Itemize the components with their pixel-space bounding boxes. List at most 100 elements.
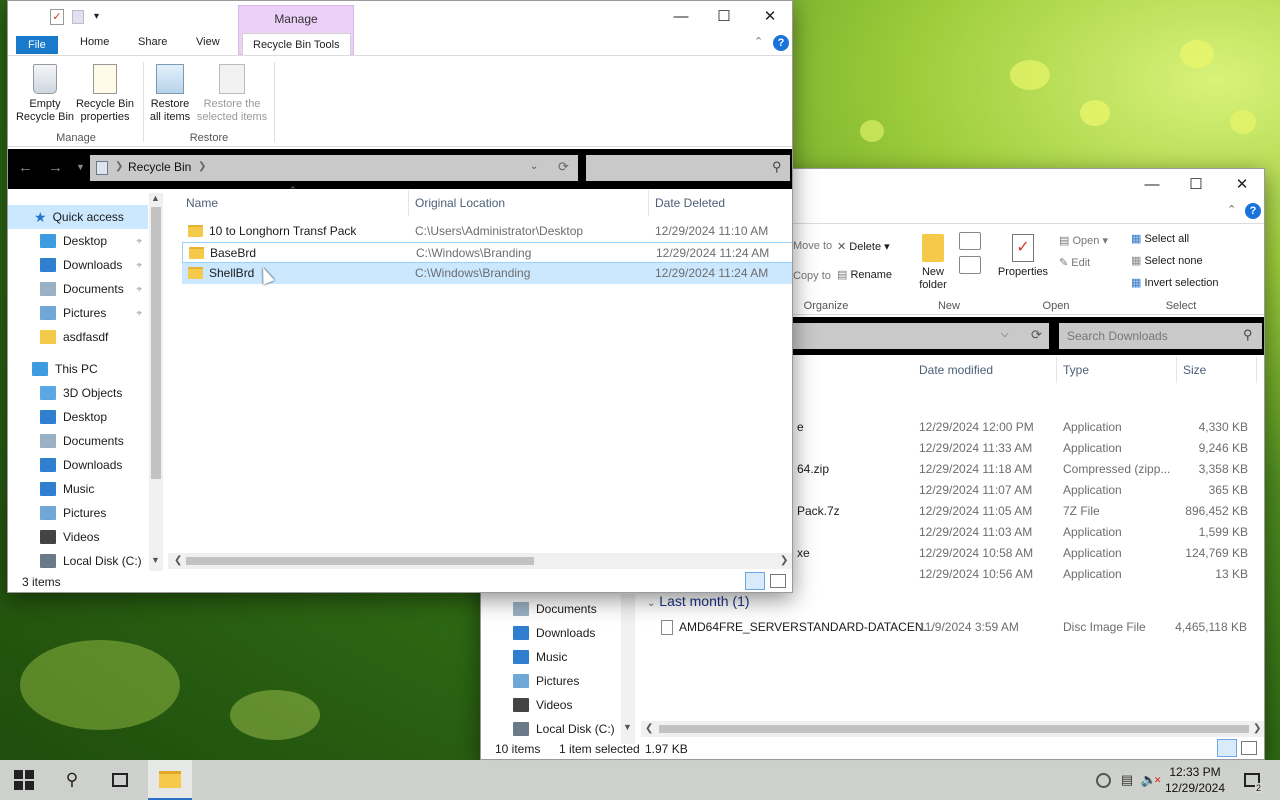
column-name[interactable]: Name bbox=[180, 190, 409, 216]
column-size[interactable]: Size bbox=[1177, 357, 1257, 383]
nav-pc-item[interactable]: Downloads bbox=[40, 453, 148, 477]
large-icons-view-icon[interactable] bbox=[770, 574, 786, 588]
nav-quick-item[interactable]: Pictures ⌖ bbox=[40, 301, 148, 325]
move-to-button[interactable]: Move to bbox=[793, 240, 832, 252]
refresh-icon[interactable]: ⟳ bbox=[1031, 327, 1042, 343]
table-row[interactable]: 10 to Longhorn Transf Pack C:\Users\Admin… bbox=[182, 221, 792, 242]
new-folder-qat-icon[interactable] bbox=[72, 10, 84, 24]
minimize-button[interactable]: — bbox=[1129, 169, 1175, 199]
table-row[interactable]: Pack.7z 12/29/2024 11:05 AM 7Z File 896,452… bbox=[793, 501, 1258, 522]
minimize-button[interactable]: — bbox=[658, 1, 704, 31]
file-explorer-taskbar-button[interactable] bbox=[148, 760, 192, 800]
easy-access-icon[interactable] bbox=[959, 256, 981, 274]
table-row[interactable]: 12/29/2024 10:56 AM Application 13 KB bbox=[793, 564, 1258, 585]
scroll-thumb[interactable] bbox=[659, 725, 1249, 733]
scroll-right-icon[interactable]: ❯ bbox=[1253, 723, 1261, 734]
column-type[interactable]: Type bbox=[1057, 357, 1177, 383]
address-dropdown-icon[interactable]: ⌄ bbox=[530, 161, 538, 172]
start-button[interactable] bbox=[0, 760, 48, 800]
clock[interactable]: 12:33 PM 12/29/2024 bbox=[1162, 760, 1228, 800]
navigation-pane[interactable]: Documents Downloads Music Pictures Videos Loc… bbox=[481, 594, 636, 746]
table-row[interactable]: 64.zip 12/29/2024 11:18 AM Compressed (zip… bbox=[793, 459, 1258, 480]
properties-button[interactable]: ✓ Properties bbox=[995, 234, 1051, 279]
nav-pc-item[interactable]: Documents bbox=[513, 597, 621, 621]
scroll-down-icon[interactable]: ▼ bbox=[623, 722, 632, 732]
copy-to-button[interactable]: Copy to bbox=[793, 270, 831, 282]
task-view-button[interactable] bbox=[96, 760, 144, 800]
large-icons-view-icon[interactable] bbox=[1241, 741, 1257, 755]
select-none-button[interactable]: ▦ Select none bbox=[1131, 254, 1203, 267]
invert-selection-button[interactable]: ▦ Invert selection bbox=[1131, 276, 1218, 289]
search-icon[interactable]: ⚲ bbox=[1243, 327, 1253, 343]
table-row[interactable]: 12/29/2024 11:33 AM Application 9,246 KB bbox=[793, 438, 1258, 459]
scroll-left-icon[interactable]: ❮ bbox=[645, 723, 653, 734]
search-input[interactable]: Search Downloads bbox=[1059, 323, 1262, 349]
nav-pc-item[interactable]: Downloads bbox=[513, 621, 621, 645]
properties-qat-icon[interactable]: ✓ bbox=[50, 9, 64, 25]
breadcrumb-recycle-bin[interactable]: Recycle Bin bbox=[128, 160, 191, 174]
scroll-thumb[interactable] bbox=[151, 207, 161, 479]
details-view-icon[interactable] bbox=[1217, 739, 1237, 757]
scroll-right-icon[interactable]: ❯ bbox=[780, 555, 788, 566]
nav-pc-item[interactable]: 3D Objects bbox=[40, 381, 148, 405]
column-date-modified[interactable]: Date modified bbox=[913, 357, 1057, 383]
nav-pc-item[interactable]: Videos bbox=[40, 525, 148, 549]
column-original-location[interactable]: Original Location bbox=[409, 190, 649, 216]
tab-file[interactable]: File bbox=[16, 36, 58, 54]
delete-button[interactable]: ✕ Delete ▾ bbox=[837, 240, 890, 253]
nav-scrollbar[interactable]: ▼ bbox=[621, 594, 635, 744]
close-button[interactable]: ✕ bbox=[1219, 169, 1264, 199]
recycle-bin-properties-button[interactable]: Recycle Bin properties bbox=[74, 64, 136, 124]
refresh-icon[interactable]: ⟳ bbox=[558, 159, 569, 175]
table-row[interactable]: xe 12/29/2024 10:58 AM Application 124,769 … bbox=[793, 543, 1258, 564]
action-center-button[interactable]: 2 bbox=[1234, 760, 1270, 800]
forward-button[interactable]: → bbox=[48, 159, 63, 176]
close-button[interactable]: ✕ bbox=[747, 1, 792, 31]
ethernet-icon[interactable]: ▤ bbox=[1116, 760, 1138, 800]
tab-share[interactable]: Share bbox=[128, 31, 177, 53]
scroll-thumb[interactable] bbox=[186, 557, 534, 565]
help-icon[interactable]: ? bbox=[1245, 203, 1261, 219]
address-dropdown-icon[interactable]: ⌵ bbox=[1001, 329, 1009, 340]
nav-quick-item[interactable]: Desktop ⌖ bbox=[40, 229, 148, 253]
recycle-bin-window[interactable]: ✓ ▾ Manage — ☐ ✕ File Home Share View Re… bbox=[7, 0, 793, 593]
nav-scrollbar[interactable]: ▲ ▼ bbox=[149, 193, 163, 571]
back-button[interactable]: ← bbox=[18, 159, 33, 176]
horizontal-scrollbar[interactable]: ❮ ❯ bbox=[641, 721, 1264, 737]
table-row[interactable]: BaseBrd C:\Windows\Branding 12/29/2024 11:… bbox=[182, 242, 792, 263]
nav-quick-item[interactable]: Documents ⌖ bbox=[40, 277, 148, 301]
search-button[interactable]: ⚲ bbox=[48, 760, 96, 800]
new-item-icon[interactable] bbox=[959, 232, 981, 250]
search-input[interactable] bbox=[586, 155, 790, 181]
empty-recycle-bin-button[interactable]: Empty Recycle Bin bbox=[12, 64, 78, 124]
nav-pc-item[interactable]: Pictures bbox=[40, 501, 148, 525]
nav-quick-item[interactable]: asdfasdf bbox=[40, 325, 148, 349]
group-header-last-month[interactable]: ⌄ Last month (1) bbox=[647, 593, 750, 609]
nav-pc-item[interactable]: Videos bbox=[513, 693, 621, 717]
nav-pc-item[interactable]: Music bbox=[513, 645, 621, 669]
nav-pc-item[interactable]: Pictures bbox=[513, 669, 621, 693]
navigation-pane[interactable]: ★ Quick access Desktop ⌖ Downloads ⌖ Documen… bbox=[8, 197, 164, 573]
nav-pc-item[interactable]: Desktop bbox=[40, 405, 148, 429]
nav-pc-item[interactable]: Local Disk (C:) bbox=[513, 717, 621, 741]
maximize-button[interactable]: ☐ bbox=[701, 1, 747, 31]
scroll-down-icon[interactable]: ▼ bbox=[151, 555, 160, 565]
tab-view[interactable]: View bbox=[186, 31, 230, 53]
help-icon[interactable]: ? bbox=[773, 35, 789, 51]
recent-locations-icon[interactable]: ▼ bbox=[76, 162, 85, 172]
network-status-icon[interactable] bbox=[1092, 760, 1114, 800]
restore-selected-items-button[interactable]: Restore the selected items bbox=[194, 64, 270, 124]
restore-all-items-button[interactable]: Restore all items bbox=[144, 64, 196, 124]
volume-muted-icon[interactable]: 🔈 ✕ bbox=[1140, 760, 1162, 800]
nav-pc-item[interactable]: Documents bbox=[40, 429, 148, 453]
select-all-button[interactable]: ▦ Select all bbox=[1131, 232, 1189, 245]
open-button[interactable]: ▤ Open ▾ bbox=[1059, 234, 1108, 247]
column-date-deleted[interactable]: Date Deleted bbox=[649, 190, 792, 216]
search-icon[interactable]: ⚲ bbox=[772, 159, 782, 175]
scroll-up-icon[interactable]: ▲ bbox=[151, 193, 160, 203]
nav-quick-item[interactable]: Downloads ⌖ bbox=[40, 253, 148, 277]
customize-qat-icon[interactable]: ▾ bbox=[94, 11, 99, 22]
tab-recycle-bin-tools[interactable]: Recycle Bin Tools bbox=[242, 33, 351, 55]
horizontal-scrollbar[interactable]: ❮ ❯ bbox=[168, 553, 792, 569]
table-row[interactable]: ShellBrd C:\Windows\Branding 12/29/2024 11… bbox=[182, 263, 792, 284]
